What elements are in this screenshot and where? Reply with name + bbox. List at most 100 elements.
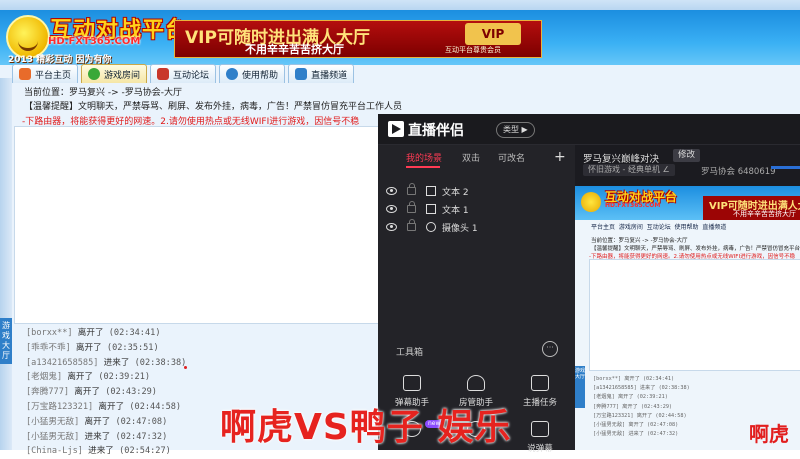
game-lobby-side-tab[interactable]: 游戏大厅	[0, 318, 12, 364]
tool-speak-danmaku[interactable]: 说弹幕	[508, 421, 572, 454]
capture-chat-area	[589, 259, 800, 371]
log-action: 离开了	[74, 387, 101, 398]
tab-label: 使用帮助	[242, 70, 279, 81]
log-entry: [老烟鬼] 离开了 (02:39:21)	[26, 370, 376, 385]
source-label: 文本 2	[442, 187, 469, 198]
log-action: 离开了	[98, 401, 125, 412]
task-icon	[531, 375, 549, 391]
cursor-dot	[184, 366, 187, 369]
log-user: [乖乖不乖]	[26, 342, 71, 353]
log-time: (02:47:08)	[115, 416, 168, 427]
visibility-eye-icon[interactable]	[386, 205, 397, 213]
vip-banner-subtitle: 不用辛辛苦苦挤大厅	[245, 43, 344, 56]
log-user: [小猛男无敌]	[26, 431, 80, 442]
capture-logo-url: HD.FXT365.COM	[605, 202, 661, 209]
log-user: [China-Ljs]	[26, 446, 83, 457]
capture-caption: 啊虎	[749, 422, 789, 446]
capture-log-entry: [万宝路123321] 离开了 (02:44:58)	[593, 412, 687, 419]
room-info: 罗马协会 6480619	[701, 167, 776, 177]
log-action: 进来了	[84, 431, 111, 442]
tab-label: 互动论坛	[173, 70, 210, 81]
tab-home[interactable]: 平台主页	[12, 64, 79, 83]
capture-logo-icon	[581, 192, 601, 212]
text-source-icon	[426, 186, 436, 196]
tab-forum[interactable]: 互动论坛	[150, 64, 217, 83]
source-label: 摄像头 1	[442, 223, 478, 234]
capture-tab: 平台主页	[591, 224, 616, 231]
lock-icon[interactable]	[407, 183, 416, 195]
capture-notice: 【温馨提醒】文明聊天，严禁辱骂、刷屏、发布外挂，病毒，广告！严禁冒仿冒充平台工作…	[591, 246, 800, 252]
text-source-icon	[426, 204, 436, 214]
toolbox-label: 工具箱	[396, 348, 424, 358]
capture-log: [borxx**] 离开了 (02:34:41) [a13421658585] …	[593, 375, 690, 439]
tool-anchor-task[interactable]: 主播任务	[508, 375, 572, 408]
visibility-eye-icon[interactable]	[386, 223, 397, 231]
stream-titlebar: 直播伴侣 类型 ▶	[378, 114, 800, 145]
source-row[interactable]: 文本 1	[386, 201, 566, 217]
visibility-eye-icon[interactable]	[386, 187, 397, 195]
log-action: 离开了	[77, 328, 104, 338]
capture-log-entry: [老烟鬼] 离开了 (02:39:21)	[593, 394, 668, 401]
vip-banner-footer: 互动平台尊贵会员	[445, 46, 501, 54]
tab-help[interactable]: 使用帮助	[219, 64, 286, 83]
lobby-tabs: 平台主页 游戏房间 互动论坛 使用帮助 直播频道	[12, 64, 800, 83]
capture-tab: 游戏房间	[618, 224, 643, 231]
vip-banner[interactable]: VIP可随时进出满人大厅 不用辛辛苦苦挤大厅 VIP 互动平台尊贵会员	[174, 20, 542, 58]
overlay-caption: 啊虎VS鸭子 娱乐	[220, 407, 512, 448]
lock-icon[interactable]	[407, 219, 416, 231]
capture-log-entry: [小猛男无敌] 离开了 (02:47:08)	[593, 422, 679, 429]
danmaku-icon	[403, 375, 421, 391]
logo-url: HD.FXT365.COM	[48, 36, 141, 47]
capture-log-entry: [奔腾777] 离开了 (02:43:29)	[593, 403, 673, 410]
log-time: (02:54:27)	[119, 446, 171, 457]
category-selector[interactable]: 怀旧游戏 - 经典单机 ∠	[583, 164, 675, 176]
tab-double-click[interactable]: 双击	[462, 151, 480, 164]
log-entry: [a13421658585] 进来了 (02:38:38)	[26, 356, 376, 371]
tab-my-scenes[interactable]: 我的场景	[406, 151, 442, 164]
source-label: 文本 1	[442, 205, 469, 216]
source-row[interactable]: 摄像头 1	[386, 219, 566, 235]
log-action: 离开了	[84, 416, 111, 427]
log-action: 离开了	[75, 342, 102, 353]
log-action: 进来了	[103, 357, 130, 368]
log-user: [奔腾777]	[26, 387, 70, 398]
chat-area[interactable]	[14, 126, 381, 324]
speak-danmaku-icon	[531, 421, 549, 437]
log-action: 进来了	[88, 446, 114, 457]
forum-icon	[157, 68, 170, 80]
add-scene-button[interactable]: +	[554, 149, 566, 165]
log-entry: [borxx**] 离开了 (02:34:41)	[26, 326, 376, 341]
tab-rename[interactable]: 可改名	[498, 151, 525, 164]
stream-name: 罗马复兴巅峰对决	[583, 154, 660, 165]
capture-log-entry: [a13421658585] 进来了 (02:38:38)	[593, 385, 690, 392]
capture-tab: 使用帮助	[674, 224, 699, 231]
log-action: 离开了	[67, 372, 94, 383]
source-row[interactable]: 文本 2	[386, 183, 566, 199]
log-entry: [乖乖不乖] 离开了 (02:35:51)	[26, 341, 376, 356]
type-selector[interactable]: 类型 ▶	[496, 122, 535, 138]
log-user: [老烟鬼]	[26, 372, 63, 383]
help-icon	[226, 68, 239, 80]
log-time: (02:43:29)	[105, 387, 157, 398]
log-time: (02:38:38)	[134, 357, 187, 368]
log-user: [borxx**]	[26, 328, 73, 338]
edit-button[interactable]: 修改	[673, 149, 701, 162]
breadcrumb: 当前位置：罗马复兴 -> -罗马协会-大厅	[24, 88, 183, 98]
tool-label: 说弹幕	[527, 444, 553, 454]
tab-label: 平台主页	[35, 70, 72, 81]
capture-vip-subtitle: 不用辛辛苦苦挤大厅	[733, 210, 796, 218]
room-indicator	[771, 166, 800, 169]
capture-tab: 直播频道	[702, 224, 727, 231]
game-room-icon	[88, 68, 101, 80]
capture-log-entry: [borxx**] 离开了 (02:34:41)	[593, 376, 675, 382]
more-icon[interactable]: ···	[542, 341, 558, 357]
stream-app-title: 直播伴侣	[408, 123, 464, 139]
log-user: [a13421658585]	[26, 357, 99, 368]
capture-log-entry: [小猛男无敌] 进来了 (02:47:32)	[593, 431, 679, 438]
log-time: (02:39:21)	[98, 372, 151, 383]
active-tab-indicator	[406, 166, 440, 168]
tab-live-channel[interactable]: 直播频道	[288, 64, 355, 83]
tab-game-room[interactable]: 游戏房间	[81, 64, 148, 83]
capture-tabs: 平台主页 游戏房间 互动论坛 使用帮助 直播频道	[591, 222, 726, 231]
lock-icon[interactable]	[407, 201, 416, 213]
